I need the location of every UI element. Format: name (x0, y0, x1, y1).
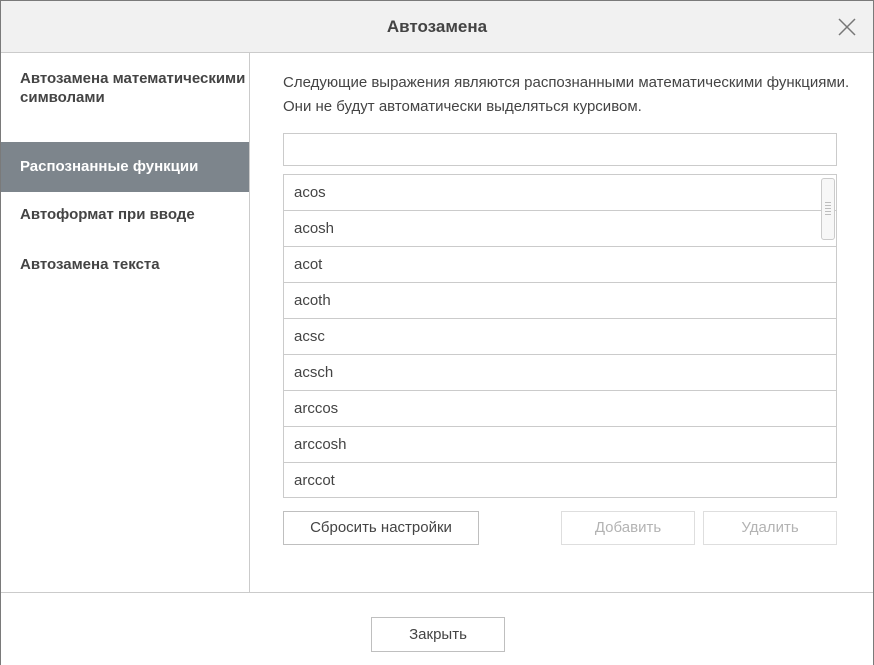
close-icon[interactable] (835, 15, 859, 39)
function-input[interactable] (283, 133, 837, 166)
grip-icon (825, 202, 831, 216)
list-item[interactable]: acsc (284, 319, 836, 355)
sidebar-item-text-autocorrect[interactable]: Автозамена текста (1, 255, 249, 285)
sidebar-item-label: Распознанные функции (20, 158, 199, 175)
list-item[interactable]: arccot (284, 463, 836, 497)
dialog-title: Автозамена (386, 17, 488, 36)
sidebar-item-recognized-functions[interactable]: Распознанные функции (1, 142, 249, 192)
scrollbar-thumb[interactable] (821, 178, 835, 240)
sidebar: Автозамена математическими символами Рас… (1, 53, 250, 592)
dialog-footer: Закрыть (1, 592, 873, 665)
list-item[interactable]: acos (284, 175, 836, 211)
list-item[interactable]: acsch (284, 355, 836, 391)
sidebar-item-label: Автозамена текста (20, 256, 160, 273)
sidebar-item-label: Автоформат при вводе (20, 206, 195, 223)
delete-button[interactable]: Удалить (703, 511, 837, 545)
list-item[interactable]: acosh (284, 211, 836, 247)
functions-list[interactable]: acos acosh acot acoth acsc acsch arccos … (283, 174, 837, 498)
main-panel: Следующие выражения являются распознанны… (251, 53, 873, 592)
sidebar-item-label: Автозамена математическими символами (20, 70, 246, 106)
close-button[interactable]: Закрыть (371, 617, 505, 652)
add-button[interactable]: Добавить (561, 511, 695, 545)
description-text: Следующие выражения являются распознанны… (283, 74, 850, 115)
sidebar-item-math-autocorrect[interactable]: Автозамена математическими символами (1, 69, 249, 131)
dialog-titlebar: Автозамена (1, 1, 873, 53)
list-item[interactable]: acot (284, 247, 836, 283)
autocorrect-dialog: Автозамена Автозамена математическими си… (0, 0, 874, 665)
list-item[interactable]: arccos (284, 391, 836, 427)
list-item[interactable]: arccosh (284, 427, 836, 463)
reset-settings-button[interactable]: Сбросить настройки (283, 511, 479, 545)
sidebar-item-autoformat[interactable]: Автоформат при вводе (1, 205, 249, 235)
list-item[interactable]: acoth (284, 283, 836, 319)
